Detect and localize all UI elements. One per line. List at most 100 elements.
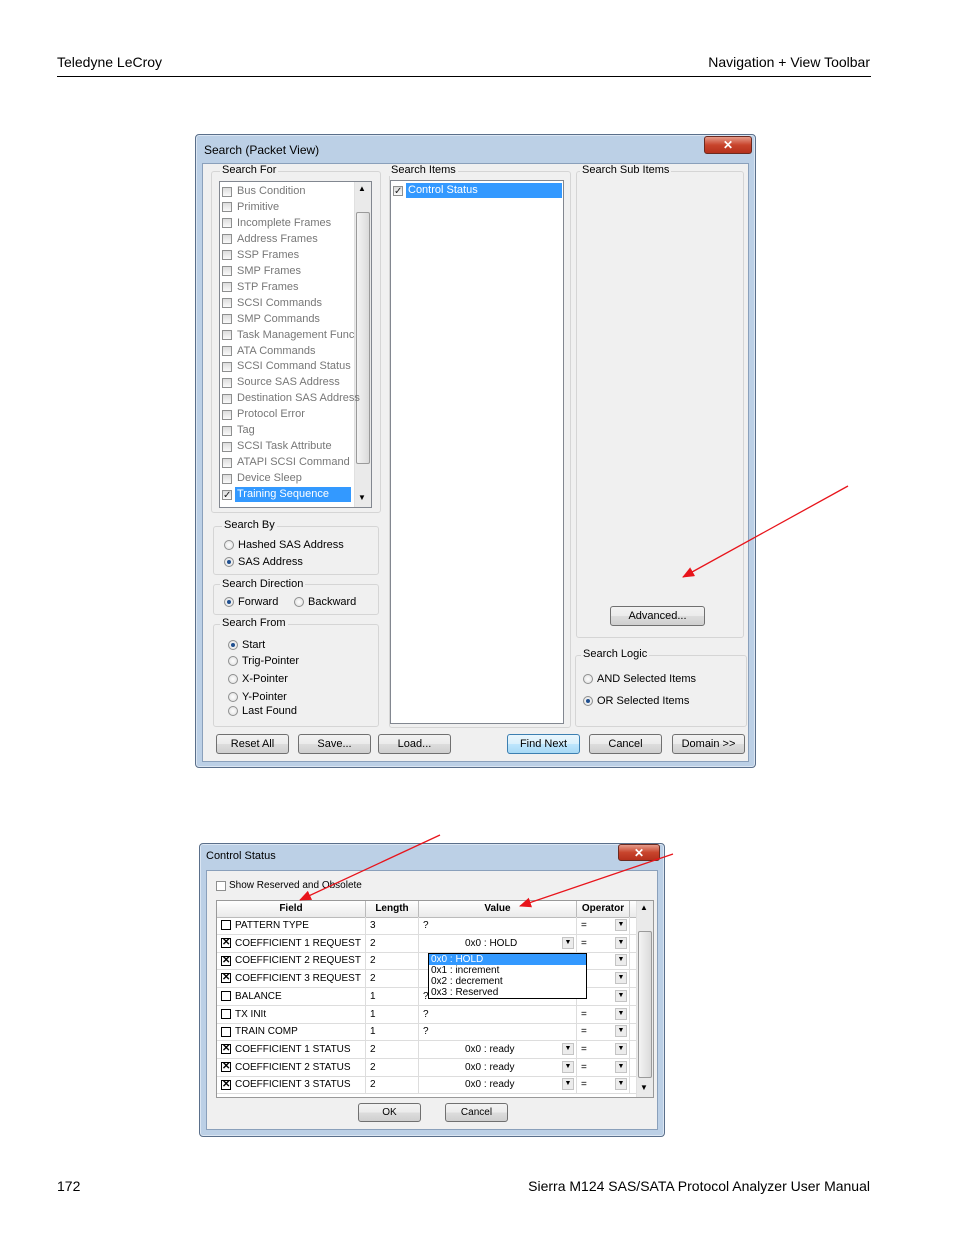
list-item[interactable]: ATAPI SCSI Command: [222, 455, 352, 470]
checkbox-icon[interactable]: [222, 346, 232, 356]
field-cell[interactable]: TRAIN COMP: [217, 1023, 366, 1041]
checkbox-icon[interactable]: [222, 218, 232, 229]
table-row[interactable]: PATTERN TYPE 3? = ▼: [217, 917, 637, 935]
table-row[interactable]: ✕ COEFFICIENT 3 STATUS 2 0x0 : ready ▼ = ▼: [217, 1076, 637, 1095]
row-checkbox[interactable]: ✕: [221, 1079, 231, 1090]
field-cell[interactable]: ✕ COEFFICIENT 3 REQUEST: [217, 970, 366, 988]
checkbox-icon[interactable]: [222, 314, 232, 325]
checkbox-icon[interactable]: [222, 425, 232, 436]
checkbox-icon[interactable]: ✓: [393, 185, 403, 196]
value-cell[interactable]: ?: [419, 1023, 577, 1041]
radio-option[interactable]: Start: [228, 639, 265, 651]
cancel-button[interactable]: Cancel: [589, 734, 662, 754]
list-item[interactable]: SMP Frames: [222, 264, 303, 279]
radio-option[interactable]: SAS Address: [224, 556, 303, 568]
operator-cell[interactable]: =▼: [577, 1023, 630, 1041]
checkbox-icon[interactable]: [222, 377, 232, 388]
dropdown-arrow-icon[interactable]: ▼: [562, 1078, 574, 1091]
radio-option[interactable]: Forward: [224, 596, 278, 608]
checkbox-icon[interactable]: [222, 298, 232, 309]
dropdown-arrow-icon[interactable]: ▼: [615, 954, 627, 967]
dropdown-arrow-icon[interactable]: ▼: [615, 1025, 627, 1038]
domain-button[interactable]: Domain >>: [672, 734, 745, 754]
operator-cell[interactable]: =▼: [577, 1076, 630, 1094]
checkbox-icon[interactable]: [222, 409, 232, 420]
radio-icon[interactable]: [224, 597, 234, 607]
checkbox-icon[interactable]: [222, 186, 232, 197]
row-checkbox[interactable]: ✕: [221, 1044, 231, 1055]
field-cell[interactable]: BALANCE: [217, 987, 366, 1005]
dropdown-arrow-icon[interactable]: ▼: [615, 1078, 627, 1091]
dropdown-arrow-icon[interactable]: ▼: [615, 1060, 627, 1073]
checkbox-icon[interactable]: [222, 202, 232, 213]
list-item[interactable]: SCSI Command Status: [222, 359, 353, 374]
checkbox-icon[interactable]: [222, 250, 232, 261]
field-cell[interactable]: PATTERN TYPE: [217, 917, 366, 934]
scroll-thumb[interactable]: [356, 212, 370, 464]
advanced-button[interactable]: Advanced...: [610, 606, 705, 626]
list-item[interactable]: SSP Frames: [222, 248, 301, 263]
search-for-scrollbar[interactable]: ▲ ▼: [354, 182, 371, 507]
dropdown-arrow-icon[interactable]: ▼: [615, 1042, 627, 1055]
list-item[interactable]: Tag: [222, 423, 257, 438]
radio-icon[interactable]: [583, 674, 593, 684]
field-cell[interactable]: ✕ COEFFICIENT 1 REQUEST: [217, 934, 366, 952]
dropdown-arrow-icon[interactable]: ▼: [562, 936, 574, 949]
checkbox-icon[interactable]: [222, 473, 232, 484]
field-cell[interactable]: TX INIt: [217, 1005, 366, 1023]
dropdown-arrow-icon[interactable]: ▼: [615, 936, 627, 949]
checkbox-icon[interactable]: [222, 441, 232, 452]
value-cell[interactable]: ?: [419, 917, 577, 934]
row-checkbox[interactable]: ✕: [221, 938, 231, 949]
row-checkbox[interactable]: ✕: [221, 1061, 231, 1072]
dropdown-arrow-icon[interactable]: ▼: [562, 1042, 574, 1055]
checkbox-icon[interactable]: [222, 393, 232, 404]
radio-icon[interactable]: [583, 696, 593, 706]
list-item[interactable]: SCSI Task Attribute: [222, 439, 334, 454]
field-cell[interactable]: ✕ COEFFICIENT 3 STATUS: [217, 1076, 366, 1094]
cancel-button[interactable]: Cancel: [445, 1103, 508, 1122]
field-cell[interactable]: ✕ COEFFICIENT 1 STATUS: [217, 1040, 366, 1058]
close-button[interactable]: ✕: [704, 136, 752, 154]
dropdown-arrow-icon[interactable]: ▼: [562, 1060, 574, 1073]
table-row[interactable]: ✕ COEFFICIENT 1 REQUEST 2 0x0 : HOLD ▼ = ▼: [217, 934, 637, 953]
operator-cell[interactable]: =▼: [577, 917, 630, 934]
list-item[interactable]: SCSI Commands: [222, 296, 324, 311]
column-field[interactable]: Field: [217, 901, 366, 917]
list-item[interactable]: Primitive: [222, 200, 281, 215]
row-checkbox[interactable]: ✕: [221, 973, 231, 984]
radio-icon[interactable]: [228, 640, 238, 650]
radio-option[interactable]: Last Found: [228, 705, 297, 717]
list-item[interactable]: Device Sleep: [222, 471, 304, 486]
list-item[interactable]: Source SAS Address: [222, 375, 342, 390]
table-row[interactable]: TRAIN COMP 1? = ▼: [217, 1023, 637, 1042]
checkbox-icon[interactable]: [222, 361, 232, 372]
dropdown-arrow-icon[interactable]: ▼: [615, 919, 627, 931]
value-dropdown-list[interactable]: 0x0 : HOLD 0x1 : increment 0x2 : decrement…: [428, 953, 587, 999]
dropdown-option[interactable]: 0x0 : HOLD: [429, 954, 586, 965]
row-checkbox[interactable]: [221, 1008, 231, 1019]
radio-option[interactable]: AND Selected Items: [583, 673, 696, 685]
list-item[interactable]: ✓ Training Sequence: [222, 487, 351, 503]
column-value[interactable]: Value: [419, 901, 577, 917]
table-row[interactable]: ✕ COEFFICIENT 1 STATUS 2 0x0 : ready ▼ = ▼: [217, 1040, 637, 1059]
row-checkbox[interactable]: [221, 991, 231, 1002]
list-item[interactable]: Destination SAS Address: [222, 391, 362, 406]
list-item[interactable]: Task Management Func: [222, 328, 356, 343]
scroll-up-icon[interactable]: ▲: [640, 903, 648, 912]
checkbox-icon[interactable]: [222, 457, 232, 468]
dropdown-arrow-icon[interactable]: ▼: [615, 972, 627, 985]
scroll-up-icon[interactable]: ▲: [358, 184, 366, 193]
radio-option[interactable]: Y-Pointer: [228, 691, 287, 703]
operator-cell[interactable]: =▼: [577, 934, 630, 952]
row-checkbox[interactable]: [221, 920, 231, 931]
save-button[interactable]: Save...: [298, 734, 371, 754]
radio-option[interactable]: Hashed SAS Address: [224, 539, 344, 551]
dropdown-option[interactable]: 0x2 : decrement: [429, 976, 586, 987]
find-next-button[interactable]: Find Next: [507, 734, 580, 754]
radio-option[interactable]: OR Selected Items: [583, 695, 689, 707]
table-row[interactable]: TX INIt 1? = ▼: [217, 1005, 637, 1024]
value-cell[interactable]: 0x0 : HOLD ▼: [419, 934, 577, 952]
radio-option[interactable]: Backward: [294, 596, 356, 608]
scroll-thumb[interactable]: [638, 931, 652, 1078]
